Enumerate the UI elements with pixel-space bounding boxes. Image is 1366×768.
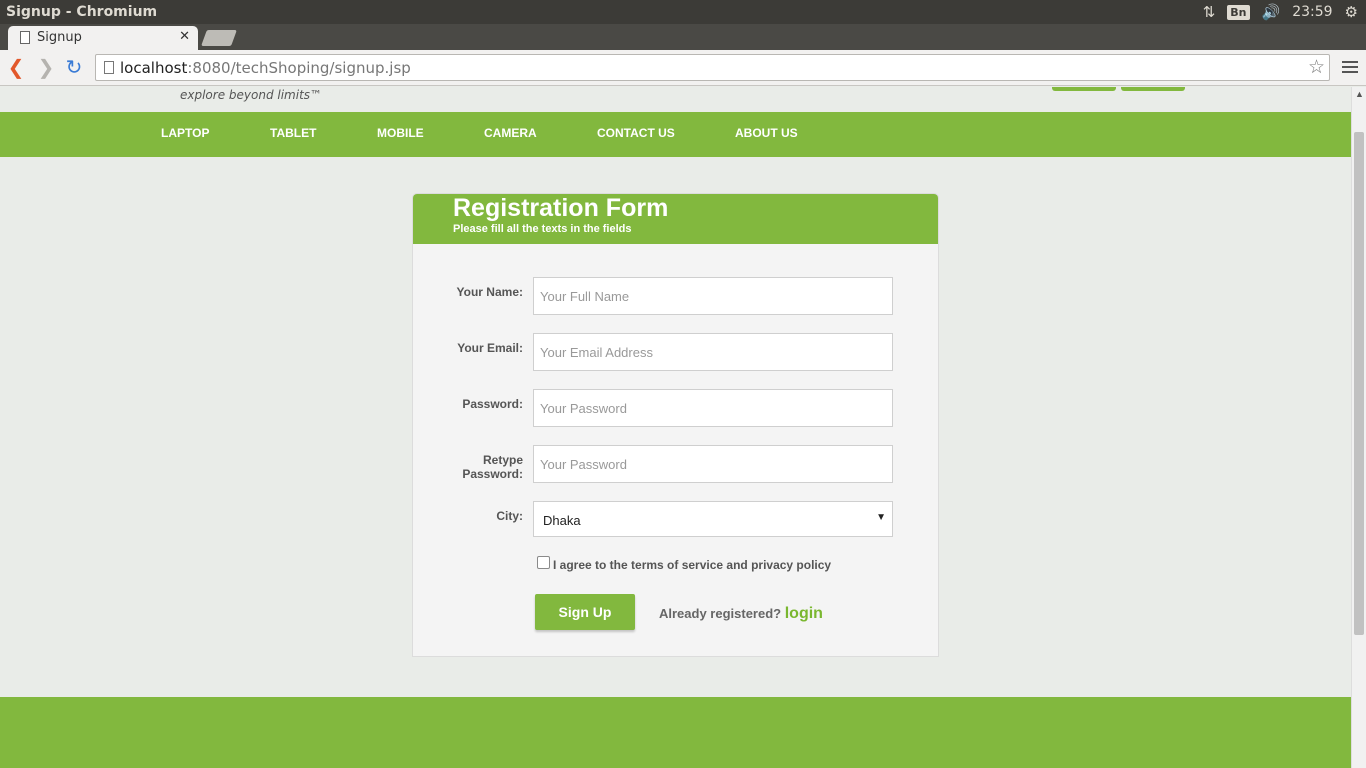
tab-label: Signup (37, 30, 82, 45)
nav-item-contact-us[interactable]: CONTACT US (597, 126, 675, 140)
header-button[interactable] (1052, 87, 1116, 91)
dropdown-arrow-icon: ▼ (876, 512, 886, 523)
vertical-scrollbar[interactable]: ▲ (1351, 87, 1366, 768)
form-title: Registration Form (453, 194, 669, 222)
reload-icon[interactable]: ↻ (63, 56, 85, 78)
os-top-bar: Signup - Chromium ⇅ Bn 🔊 23:59 ⚙ (0, 0, 1366, 24)
back-arrow-icon[interactable]: ❮ (5, 56, 27, 78)
nav-item-tablet[interactable]: TABLET (270, 126, 316, 140)
address-bar[interactable]: localhost:8080/techShoping/signup.jsp ☆ (95, 54, 1330, 81)
new-tab-button[interactable] (201, 30, 237, 46)
nav-item-laptop[interactable]: LAPTOP (161, 126, 209, 140)
nav-item-camera[interactable]: CAMERA (484, 126, 537, 140)
sign-up-button[interactable]: Sign Up (535, 594, 635, 630)
tab-signup[interactable]: Signup ✕ (8, 26, 198, 50)
system-tray: ⇅ Bn 🔊 23:59 ⚙ (1203, 3, 1358, 21)
page-footer (0, 697, 1351, 768)
password-label: Password: (462, 397, 523, 411)
clock[interactable]: 23:59 (1292, 4, 1332, 20)
network-icon[interactable]: ⇅ (1203, 3, 1216, 21)
scrollbar-thumb[interactable] (1354, 132, 1364, 635)
tab-strip: Signup ✕ (0, 24, 1366, 50)
main-navbar: LAPTOP TABLET MOBILE CAMERA CONTACT US A… (0, 112, 1351, 157)
url-path: :8080/techShoping/signup.jsp (187, 59, 411, 77)
header-button[interactable] (1121, 87, 1185, 91)
site-tagline: explore beyond limits™ (180, 88, 323, 102)
city-select[interactable]: Dhaka ▼ (533, 501, 893, 537)
keyboard-layout-indicator[interactable]: Bn (1227, 4, 1250, 20)
url-host: localhost (120, 59, 188, 77)
nav-item-mobile[interactable]: MOBILE (377, 126, 424, 140)
city-label: City: (496, 509, 523, 523)
forward-arrow-icon[interactable]: ❯ (35, 56, 57, 78)
agree-checkbox[interactable] (537, 556, 550, 569)
already-registered-label: Already registered? (659, 606, 782, 621)
name-input[interactable] (533, 277, 893, 315)
retype-password-input[interactable] (533, 445, 893, 483)
password-input[interactable] (533, 389, 893, 427)
already-registered-text: Already registered? login (659, 605, 823, 623)
menu-hamburger-icon[interactable] (1342, 58, 1358, 76)
page-viewport: explore beyond limits™ LAPTOP TABLET MOB… (0, 87, 1351, 768)
name-label: Your Name: (456, 285, 523, 299)
email-input[interactable] (533, 333, 893, 371)
agree-label[interactable]: I agree to the terms of service and priv… (553, 558, 831, 572)
url-text[interactable]: localhost:8080/techShoping/signup.jsp (120, 59, 411, 77)
close-tab-icon[interactable]: ✕ (179, 29, 190, 44)
city-selected-value: Dhaka (543, 513, 581, 528)
retype-password-label: Retype Password: (462, 453, 523, 481)
browser-toolbar: ❮ ❯ ↻ localhost:8080/techShoping/signup.… (0, 50, 1366, 86)
bookmark-star-icon[interactable]: ☆ (1308, 56, 1325, 78)
nav-item-about-us[interactable]: ABOUT US (735, 126, 798, 140)
window-title: Signup - Chromium (6, 4, 158, 20)
page-icon (104, 61, 114, 74)
scroll-up-arrow-icon[interactable]: ▲ (1355, 89, 1364, 99)
login-link[interactable]: login (785, 605, 823, 622)
page-icon (20, 31, 30, 44)
registration-form: Registration Form Please fill all the te… (412, 193, 939, 657)
form-header: Registration Form Please fill all the te… (413, 194, 938, 244)
form-subtitle: Please fill all the texts in the fields (453, 223, 632, 235)
email-label: Your Email: (457, 341, 523, 355)
volume-icon[interactable]: 🔊 (1262, 3, 1281, 21)
settings-gear-icon[interactable]: ⚙ (1345, 3, 1358, 21)
